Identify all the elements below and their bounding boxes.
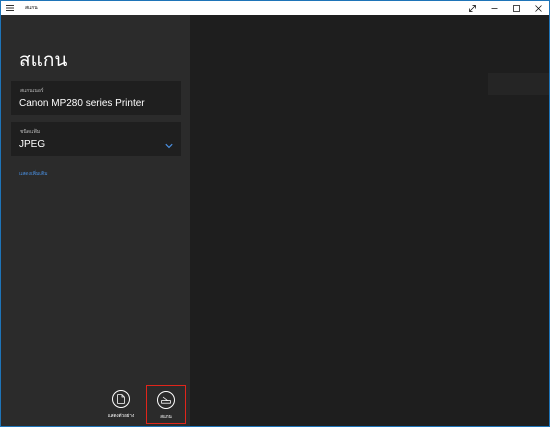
maximize-button[interactable] (505, 1, 527, 15)
scan-button-label: สแกน (160, 415, 172, 420)
maximize-icon (512, 4, 520, 12)
minimize-button[interactable] (483, 1, 505, 15)
expand-icon (468, 4, 476, 12)
scan-button[interactable]: สแกน (146, 385, 186, 424)
window-title: สแกน (25, 5, 38, 11)
preview-placeholder (488, 73, 549, 95)
close-icon (534, 4, 542, 12)
title-bar: สแกน (1, 1, 549, 15)
minimize-icon (491, 7, 497, 9)
preview-button[interactable]: แสดงตัวอย่าง (101, 385, 141, 424)
scan-app-window: สแกน สแกน สแกนเนอร์ Canon MP280 series P… (0, 0, 550, 427)
scanner-selector[interactable]: สแกนเนอร์ Canon MP280 series Printer (11, 81, 181, 115)
chevron-down-icon (165, 143, 173, 149)
preview-document-icon (112, 390, 130, 408)
scanner-value: Canon MP280 series Printer (19, 98, 145, 109)
file-type-value: JPEG (19, 139, 46, 150)
file-type-dropdown[interactable]: ชนิดแฟ้ม JPEG (11, 122, 181, 156)
scanner-caption: สแกนเนอร์ (20, 88, 44, 94)
close-button[interactable] (527, 1, 549, 15)
hamburger-menu-icon[interactable] (3, 1, 17, 15)
preview-area (190, 15, 549, 426)
fullscreen-button[interactable] (461, 1, 483, 15)
file-type-caption: ชนิดแฟ้ม (20, 129, 41, 135)
preview-button-label: แสดงตัวอย่าง (107, 414, 135, 419)
page-title: สแกน (19, 49, 68, 71)
show-more-link[interactable]: แสดงเพิ่มเติม (19, 170, 48, 178)
scanner-icon (157, 391, 175, 409)
settings-pane: สแกน สแกนเนอร์ Canon MP280 series Printe… (1, 15, 190, 426)
